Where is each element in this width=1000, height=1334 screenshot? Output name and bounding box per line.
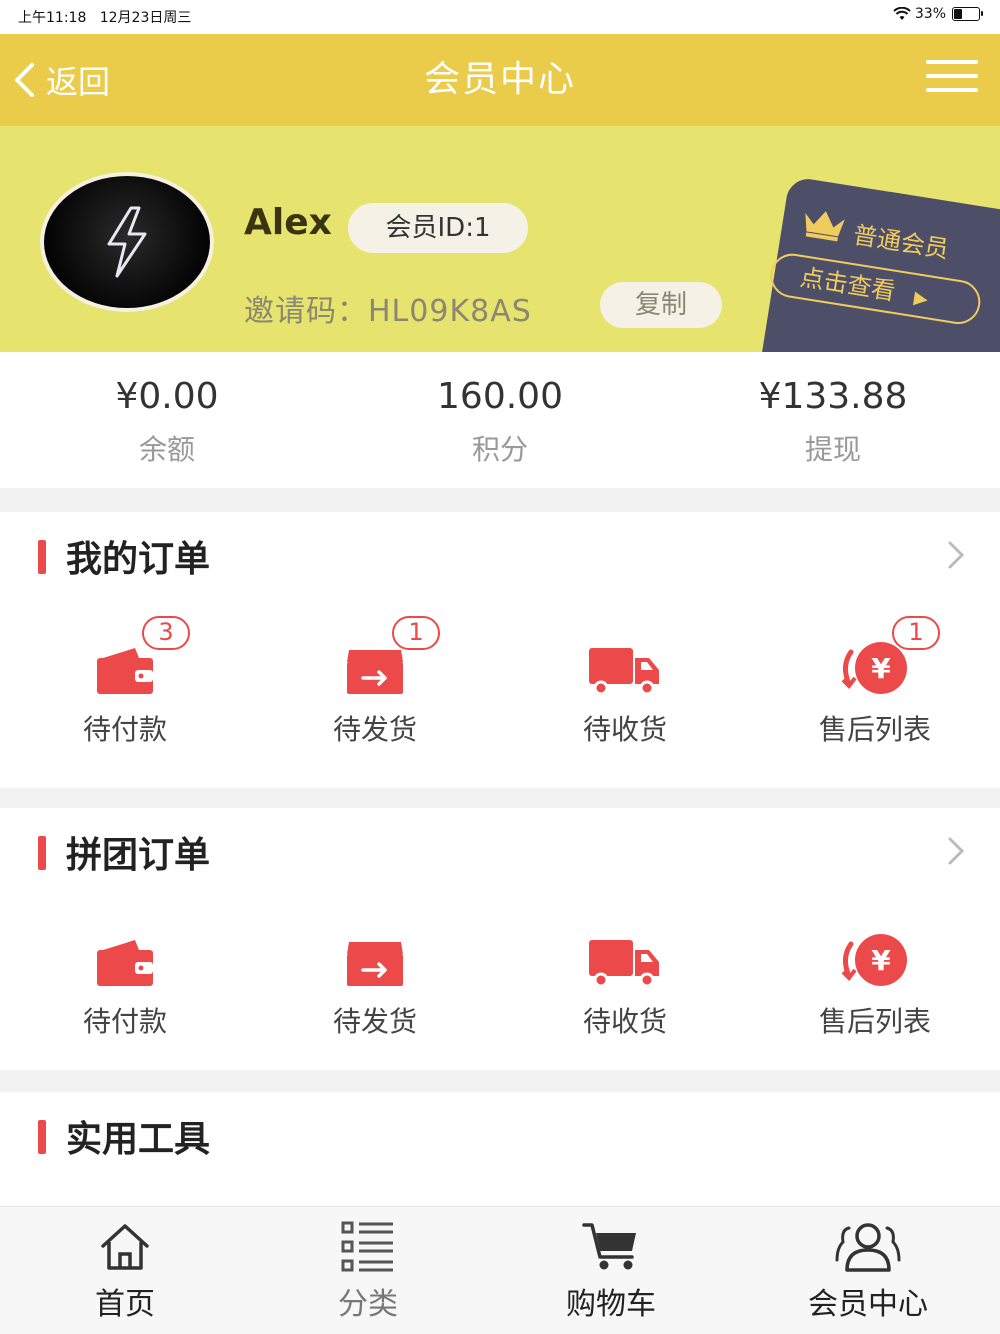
wallet-icon <box>97 940 153 986</box>
group-pending-shipment[interactable]: 待发货 <box>250 908 500 1040</box>
tab-label: 首页 <box>95 1287 155 1322</box>
refund-icon: ¥ <box>841 934 907 986</box>
stat-label: 提现 <box>804 433 861 466</box>
home-icon <box>101 1224 149 1270</box>
ship-box-icon <box>347 650 403 694</box>
stat-balance[interactable]: ¥0.00 余额 <box>0 372 334 478</box>
group-after-sales[interactable]: ¥ 售后列表 <box>750 908 1000 1040</box>
chevron-right-icon[interactable] <box>946 540 966 570</box>
item-label: 待发货 <box>332 713 417 746</box>
status-time: 上午11:18 12月23日周三 <box>18 10 192 26</box>
svg-text:¥: ¥ <box>871 652 891 685</box>
tools-header: 实用工具 <box>0 1092 1000 1172</box>
stat-withdraw[interactable]: ¥133.88 提现 <box>666 372 1000 478</box>
tab-member-center[interactable]: 会员中心 <box>743 1217 993 1323</box>
username: Alex <box>244 202 332 243</box>
item-label: 待付款 <box>82 713 167 746</box>
section-title: 拼团订单 <box>66 835 211 876</box>
section-title: 我的订单 <box>66 539 211 580</box>
my-orders-header[interactable]: 我的订单 <box>0 512 1000 592</box>
tab-label: 会员中心 <box>808 1287 928 1322</box>
tab-label: 购物车 <box>566 1287 656 1322</box>
truck-icon <box>589 940 659 988</box>
play-icon: ▶ <box>912 287 930 311</box>
section-marker <box>38 836 46 870</box>
copy-button[interactable]: 复制 <box>600 282 722 328</box>
stat-value: ¥0.00 <box>115 376 219 417</box>
vip-view-label: 点击查看 <box>798 263 898 306</box>
status-bar: 上午11:18 12月23日周三 33% <box>0 0 1000 34</box>
stat-value: ¥133.88 <box>758 376 908 417</box>
item-label: 待收货 <box>582 1005 667 1038</box>
tab-home[interactable]: 首页 <box>0 1217 250 1323</box>
truck-icon <box>589 648 659 696</box>
page-title: 会员中心 <box>423 59 576 100</box>
crown-icon <box>805 211 845 242</box>
member-id-badge: 会员ID:1 <box>348 203 528 253</box>
order-pending-receipt[interactable]: 待收货 <box>500 616 750 748</box>
count-badge: 3 <box>142 616 190 650</box>
battery-percent: 33% <box>914 6 946 22</box>
group-orders-section: 拼团订单 待付款 待发货 待收货 ¥ 售后列表 <box>0 808 1000 1070</box>
stat-label: 积分 <box>471 433 528 466</box>
lightning-icon <box>107 206 147 278</box>
vip-view-button[interactable]: 点击查看 ▶ <box>767 250 984 328</box>
battery-icon <box>952 7 983 21</box>
group-orders-header[interactable]: 拼团订单 <box>0 808 1000 888</box>
order-after-sales[interactable]: ¥ 1 售后列表 <box>750 616 1000 748</box>
stat-points[interactable]: 160.00 积分 <box>333 372 667 478</box>
status-right: 33% <box>893 6 983 22</box>
invite-code-text: 邀请码：HL09K8AS <box>244 294 532 329</box>
order-pending-shipment[interactable]: 1 待发货 <box>250 616 500 748</box>
nav-bar: 返回 会员中心 <box>0 34 1000 126</box>
item-label: 售后列表 <box>818 713 931 746</box>
stat-label: 余额 <box>138 433 195 466</box>
tab-label: 分类 <box>338 1287 398 1322</box>
menu-button[interactable] <box>926 58 978 98</box>
account-stats: ¥0.00 余额 160.00 积分 ¥133.88 提现 <box>0 352 1000 488</box>
section-title: 实用工具 <box>66 1119 211 1160</box>
cart-icon <box>582 1223 636 1270</box>
ship-box-icon <box>347 942 403 986</box>
tab-cart[interactable]: 购物车 <box>486 1217 736 1323</box>
list-icon <box>341 1221 393 1272</box>
avatar[interactable] <box>40 172 214 312</box>
my-orders-section: 我的订单 3 待付款 1 待发货 待收货 ¥ 1 售后列表 <box>0 512 1000 788</box>
chevron-right-icon[interactable] <box>946 836 966 866</box>
item-label: 售后列表 <box>818 1005 931 1038</box>
tools-section: 实用工具 <box>0 1092 1000 1206</box>
group-pending-payment[interactable]: 待付款 <box>0 908 250 1040</box>
order-pending-payment[interactable]: 3 待付款 <box>0 616 250 748</box>
tab-category[interactable]: 分类 <box>243 1217 493 1323</box>
wallet-icon <box>97 648 153 694</box>
tab-bar: 首页 分类 购物车 会员中心 <box>0 1206 1000 1334</box>
section-marker <box>38 540 46 574</box>
count-badge: 1 <box>392 616 440 650</box>
section-marker <box>38 1120 46 1154</box>
profile-header: Alex 会员ID:1 邀请码：HL09K8AS 复制 普通会员 点击查看 ▶ <box>0 126 1000 352</box>
svg-text:¥: ¥ <box>871 944 891 977</box>
item-label: 待发货 <box>332 1005 417 1038</box>
wifi-icon <box>893 7 911 20</box>
user-group-icon <box>835 1223 901 1272</box>
item-label: 待收货 <box>582 713 667 746</box>
stat-value: 160.00 <box>437 376 563 417</box>
item-label: 待付款 <box>82 1005 167 1038</box>
invite-code: HL09K8AS <box>368 294 532 329</box>
group-pending-receipt[interactable]: 待收货 <box>500 908 750 1040</box>
count-badge: 1 <box>892 616 940 650</box>
